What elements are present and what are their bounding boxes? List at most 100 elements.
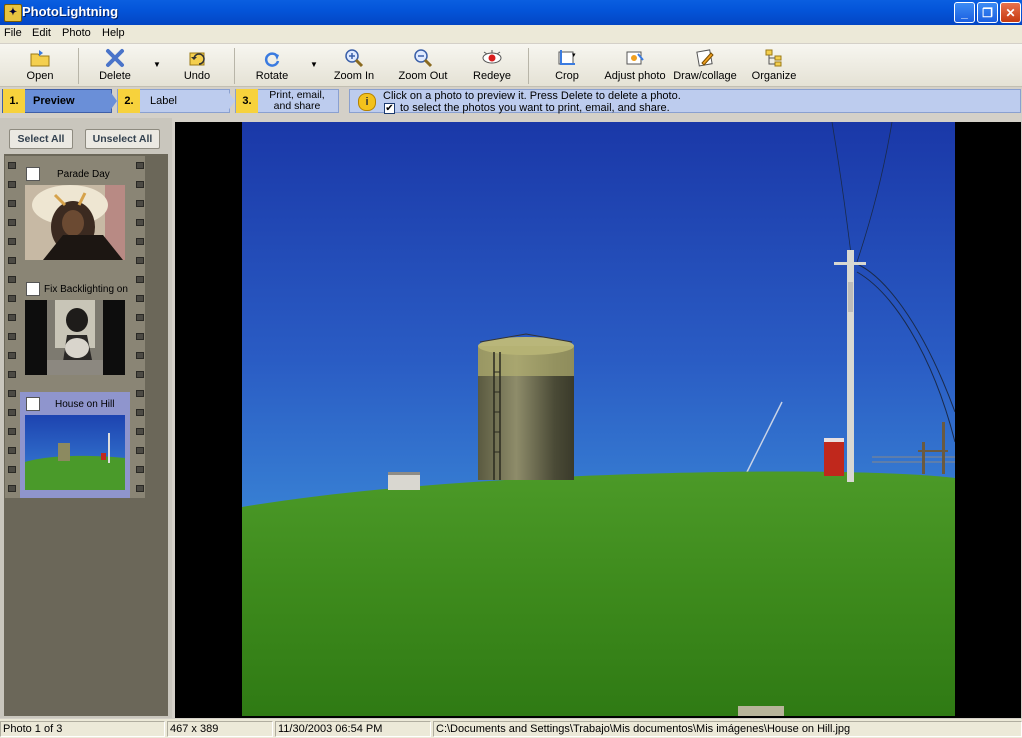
info-checkbox-icon: ✔ xyxy=(384,103,395,114)
sprocket-hole xyxy=(8,295,16,302)
zoom-in-button[interactable]: Zoom In xyxy=(332,48,376,82)
sprocket-hole xyxy=(136,390,144,397)
photo-checkbox[interactable] xyxy=(26,282,40,296)
unselect-all-button[interactable]: Unselect All xyxy=(85,129,160,149)
step-3-number: 3. xyxy=(236,89,258,113)
crop-icon: ▾ xyxy=(558,50,576,65)
sprocket-hole xyxy=(136,352,144,359)
delete-label: Delete xyxy=(99,70,131,82)
redeye-icon xyxy=(482,50,502,64)
sprocket-hole xyxy=(8,371,16,378)
sprocket-hole xyxy=(8,447,16,454)
menu-help[interactable]: Help xyxy=(102,27,125,39)
open-folder-icon xyxy=(30,50,50,67)
undo-button[interactable]: Undo xyxy=(178,48,216,82)
select-all-button[interactable]: Select All xyxy=(9,129,73,149)
zoom-out-button[interactable]: Zoom Out xyxy=(396,48,450,82)
toolbar-separator xyxy=(234,48,235,84)
sprocket-hole xyxy=(8,466,16,473)
delete-dropdown-icon[interactable]: ▼ xyxy=(153,60,161,69)
sprocket-hole xyxy=(136,314,144,321)
sprocket-hole xyxy=(136,333,144,340)
house-on-hill-thumbnail[interactable] xyxy=(25,415,125,490)
zoom-out-label: Zoom Out xyxy=(398,70,448,82)
minimize-icon: _ xyxy=(961,6,968,20)
step-2-number: 2. xyxy=(118,89,140,113)
sprocket-hole xyxy=(8,181,16,188)
close-button[interactable]: ✕ xyxy=(1000,2,1021,23)
rotate-dropdown-icon[interactable]: ▼ xyxy=(310,60,318,69)
sprocket-hole xyxy=(136,238,144,245)
sprocket-hole xyxy=(136,276,144,283)
restore-button[interactable]: ❐ xyxy=(977,2,998,23)
parade-day-thumbnail[interactable] xyxy=(25,185,125,260)
zoom-in-icon xyxy=(345,49,364,68)
sprocket-hole xyxy=(136,371,144,378)
draw-collage-button[interactable]: Draw/collage xyxy=(672,48,738,82)
sprocket-hole xyxy=(8,219,16,226)
step-arrow xyxy=(227,90,235,112)
sprocket-hole xyxy=(8,485,16,492)
undo-label: Undo xyxy=(183,70,211,82)
draw-collage-label: Draw/collage xyxy=(673,70,737,82)
sprocket-hole xyxy=(8,390,16,397)
sprocket-hole xyxy=(8,257,16,264)
menu-photo[interactable]: Photo xyxy=(62,27,91,39)
sprocket-hole xyxy=(136,409,144,416)
photo-title: Fix Backlighting on xyxy=(44,284,128,295)
sprocket-hole xyxy=(8,162,16,169)
title-bar[interactable] xyxy=(0,0,1022,25)
toolbar-separator xyxy=(528,48,529,84)
sprocket-hole xyxy=(8,200,16,207)
minimize-button[interactable]: _ xyxy=(954,2,975,23)
status-photo-count: Photo 1 of 3 xyxy=(0,721,165,737)
delete-button[interactable]: Delete xyxy=(92,48,138,82)
sprocket-hole xyxy=(136,485,144,492)
status-datetime: 11/30/2003 06:54 PM xyxy=(275,721,431,737)
undo-icon xyxy=(189,52,205,66)
redeye-button[interactable]: Redeye xyxy=(470,48,514,82)
fix-backlighting-thumbnail[interactable] xyxy=(25,300,125,375)
draw-collage-icon xyxy=(696,49,714,67)
menu-file[interactable]: File xyxy=(4,27,22,39)
sprocket-hole xyxy=(8,276,16,283)
step-2-label: Label xyxy=(150,95,177,107)
adjust-photo-button[interactable]: Adjust photo xyxy=(603,48,667,82)
sprocket-hole xyxy=(136,447,144,454)
sprocket-hole xyxy=(136,466,144,473)
sprocket-hole xyxy=(136,181,144,188)
adjust-photo-icon xyxy=(626,51,644,65)
step-3-label-line2: and share xyxy=(273,100,321,112)
window-title: PhotoLightning xyxy=(22,4,119,19)
menu-bar xyxy=(0,25,1022,43)
step-arrow xyxy=(109,90,117,112)
step-1-label: Preview xyxy=(33,95,75,107)
sprocket-hole xyxy=(136,200,144,207)
open-label: Open xyxy=(26,70,54,82)
info-icon: i xyxy=(358,93,376,111)
toolbar-separator xyxy=(78,48,79,84)
preview-photo-house-on-hill[interactable] xyxy=(242,122,955,716)
sprocket-hole xyxy=(8,428,16,435)
sprocket-hole xyxy=(8,238,16,245)
sprocket-hole xyxy=(8,352,16,359)
restore-icon: ❐ xyxy=(982,6,993,20)
zoom-out-icon xyxy=(414,49,433,68)
close-icon: ✕ xyxy=(1005,6,1016,20)
menu-edit[interactable]: Edit xyxy=(32,27,51,39)
rotate-label: Rotate xyxy=(255,70,289,82)
crop-label: Crop xyxy=(555,70,579,82)
crop-button[interactable]: ▾ Crop xyxy=(550,48,584,82)
photo-checkbox[interactable] xyxy=(26,167,40,181)
organize-button[interactable]: Organize xyxy=(750,48,798,82)
photo-checkbox[interactable] xyxy=(26,397,40,411)
step-1-number: 1. xyxy=(3,89,25,113)
sprocket-hole xyxy=(8,333,16,340)
photo-title: House on Hill xyxy=(55,399,115,410)
open-button[interactable]: Open xyxy=(20,48,60,82)
adjust-photo-label: Adjust photo xyxy=(604,70,666,82)
rotate-button[interactable]: Rotate xyxy=(250,48,294,82)
step-3-label: Print, email, and share xyxy=(262,90,332,112)
info-line-2: to select the photos you want to print, … xyxy=(400,102,670,114)
status-dimensions: 467 x 389 xyxy=(167,721,273,737)
